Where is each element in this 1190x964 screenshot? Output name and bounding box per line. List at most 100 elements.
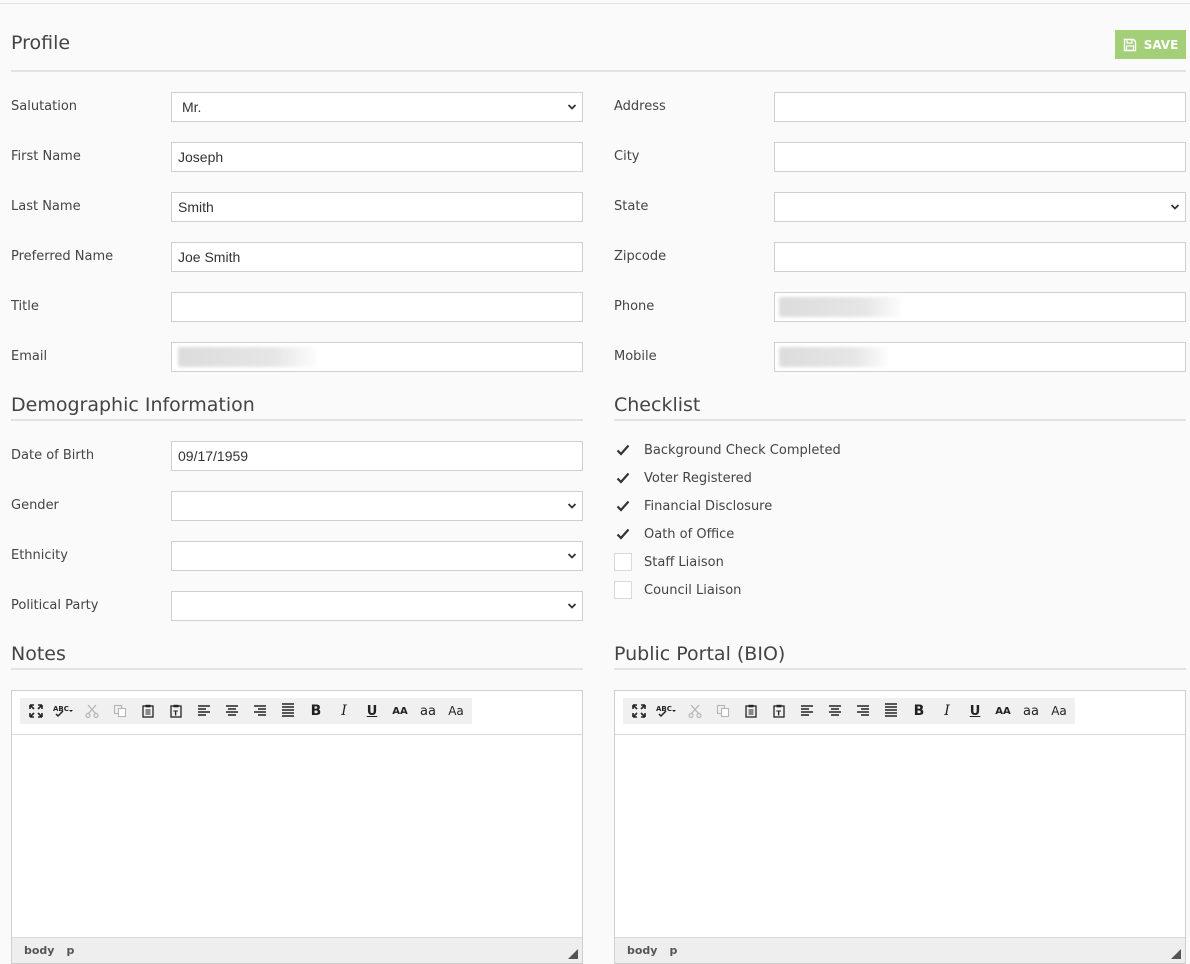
checklist-item[interactable]: Council Liaison <box>614 580 741 600</box>
checkbox[interactable] <box>614 497 632 515</box>
last-name-label: Last Name <box>11 199 81 214</box>
justify-icon[interactable] <box>274 698 302 724</box>
lowercase-icon[interactable]: aa <box>1017 698 1045 724</box>
align-center-icon[interactable] <box>218 698 246 724</box>
email-input[interactable] <box>171 342 583 372</box>
date-of-birth-input[interactable]: 09/17/1959 <box>171 441 583 471</box>
title-input[interactable] <box>171 292 583 322</box>
underline-icon[interactable]: U <box>961 698 989 724</box>
bio-editor[interactable]: ABC T B I U AA aa Aa body p <box>614 690 1186 964</box>
checkbox[interactable] <box>614 553 632 571</box>
chevron-down-icon <box>1170 204 1180 210</box>
chevron-down-icon <box>567 503 577 509</box>
italic-icon[interactable]: I <box>330 698 358 724</box>
bold-icon[interactable]: B <box>302 698 330 724</box>
preferred-name-input[interactable]: Joe Smith <box>171 242 583 272</box>
ethnicity-select[interactable] <box>171 541 583 571</box>
checkbox[interactable] <box>614 441 632 459</box>
first-name-label: First Name <box>11 149 81 164</box>
first-name-input[interactable]: Joseph <box>171 142 583 172</box>
copy-icon[interactable] <box>709 698 737 724</box>
svg-text:T: T <box>173 710 178 718</box>
demographic-title: Demographic Information <box>11 394 255 416</box>
path-body[interactable]: body <box>24 944 54 957</box>
mobile-label: Mobile <box>614 349 657 364</box>
salutation-select[interactable]: Mr. <box>171 92 583 122</box>
zipcode-label: Zipcode <box>614 249 667 264</box>
checklist-item-label: Voter Registered <box>644 470 752 486</box>
maximize-icon[interactable] <box>625 698 653 724</box>
align-right-icon[interactable] <box>246 698 274 724</box>
save-button[interactable]: SAVE <box>1115 30 1186 59</box>
notes-toolbar: ABC T B I U AA aa Aa <box>20 698 472 724</box>
paste-icon[interactable] <box>134 698 162 724</box>
checkmark-icon <box>616 472 630 484</box>
italic-icon[interactable]: I <box>933 698 961 724</box>
align-right-icon[interactable] <box>849 698 877 724</box>
paste-icon[interactable] <box>737 698 765 724</box>
date-of-birth-label: Date of Birth <box>11 448 95 463</box>
spellcheck-icon[interactable]: ABC <box>653 698 681 724</box>
bold-icon[interactable]: B <box>905 698 933 724</box>
checklist-title: Checklist <box>614 394 701 416</box>
checkbox[interactable] <box>614 525 632 543</box>
cut-icon[interactable] <box>78 698 106 724</box>
bio-toolbar: ABC T B I U AA aa Aa <box>623 698 1075 724</box>
preferred-name-label: Preferred Name <box>11 249 114 264</box>
uppercase-icon[interactable]: AA <box>386 698 414 724</box>
political-party-select[interactable] <box>171 591 583 621</box>
chevron-down-icon <box>567 553 577 559</box>
city-input[interactable] <box>774 142 1186 172</box>
uppercase-icon[interactable]: AA <box>989 698 1017 724</box>
copy-icon[interactable] <box>106 698 134 724</box>
notes-editor[interactable]: ABC T B I U AA aa Aa body p <box>11 690 583 964</box>
mobile-input[interactable] <box>774 342 1186 372</box>
profile-divider <box>11 70 1186 72</box>
save-button-label: SAVE <box>1143 37 1179 52</box>
zipcode-input[interactable] <box>774 242 1186 272</box>
checklist-item-label: Staff Liaison <box>644 554 724 570</box>
maximize-icon[interactable] <box>22 698 50 724</box>
checklist-item[interactable]: Background Check Completed <box>614 440 841 460</box>
sentence-case-icon[interactable]: Aa <box>1045 698 1073 724</box>
cut-icon[interactable] <box>681 698 709 724</box>
checklist-divider <box>614 419 1186 421</box>
resize-grip-icon[interactable] <box>568 949 578 959</box>
checklist-item[interactable]: Financial Disclosure <box>614 496 772 516</box>
paste-text-icon[interactable]: T <box>765 698 793 724</box>
address-input[interactable] <box>774 92 1186 122</box>
svg-text:T: T <box>776 710 781 718</box>
resize-grip-icon[interactable] <box>1171 949 1181 959</box>
checklist-item-label: Background Check Completed <box>644 442 841 458</box>
salutation-value: Mr. <box>182 99 202 115</box>
bio-title: Public Portal (BIO) <box>614 643 786 665</box>
svg-text:ABC: ABC <box>656 705 672 713</box>
checklist-item[interactable]: Voter Registered <box>614 468 752 488</box>
justify-icon[interactable] <box>877 698 905 724</box>
state-select[interactable] <box>774 192 1186 222</box>
notes-divider <box>11 668 583 670</box>
phone-input[interactable] <box>774 292 1186 322</box>
checklist-item[interactable]: Oath of Office <box>614 524 734 544</box>
checkbox[interactable] <box>614 469 632 487</box>
path-p[interactable]: p <box>669 944 677 957</box>
redacted-email <box>178 347 316 367</box>
align-left-icon[interactable] <box>190 698 218 724</box>
path-p[interactable]: p <box>66 944 74 957</box>
last-name-input[interactable]: Smith <box>171 192 583 222</box>
svg-text:ABC: ABC <box>53 705 69 713</box>
checkmark-icon <box>616 500 630 512</box>
align-center-icon[interactable] <box>821 698 849 724</box>
lowercase-icon[interactable]: aa <box>414 698 442 724</box>
spellcheck-icon[interactable]: ABC <box>50 698 78 724</box>
path-body[interactable]: body <box>627 944 657 957</box>
checklist-item[interactable]: Staff Liaison <box>614 552 724 572</box>
underline-icon[interactable]: U <box>358 698 386 724</box>
profile-title: Profile <box>11 32 71 54</box>
gender-select[interactable] <box>171 491 583 521</box>
checkbox[interactable] <box>614 581 632 599</box>
paste-text-icon[interactable]: T <box>162 698 190 724</box>
demographic-divider <box>11 419 583 421</box>
sentence-case-icon[interactable]: Aa <box>442 698 470 724</box>
align-left-icon[interactable] <box>793 698 821 724</box>
